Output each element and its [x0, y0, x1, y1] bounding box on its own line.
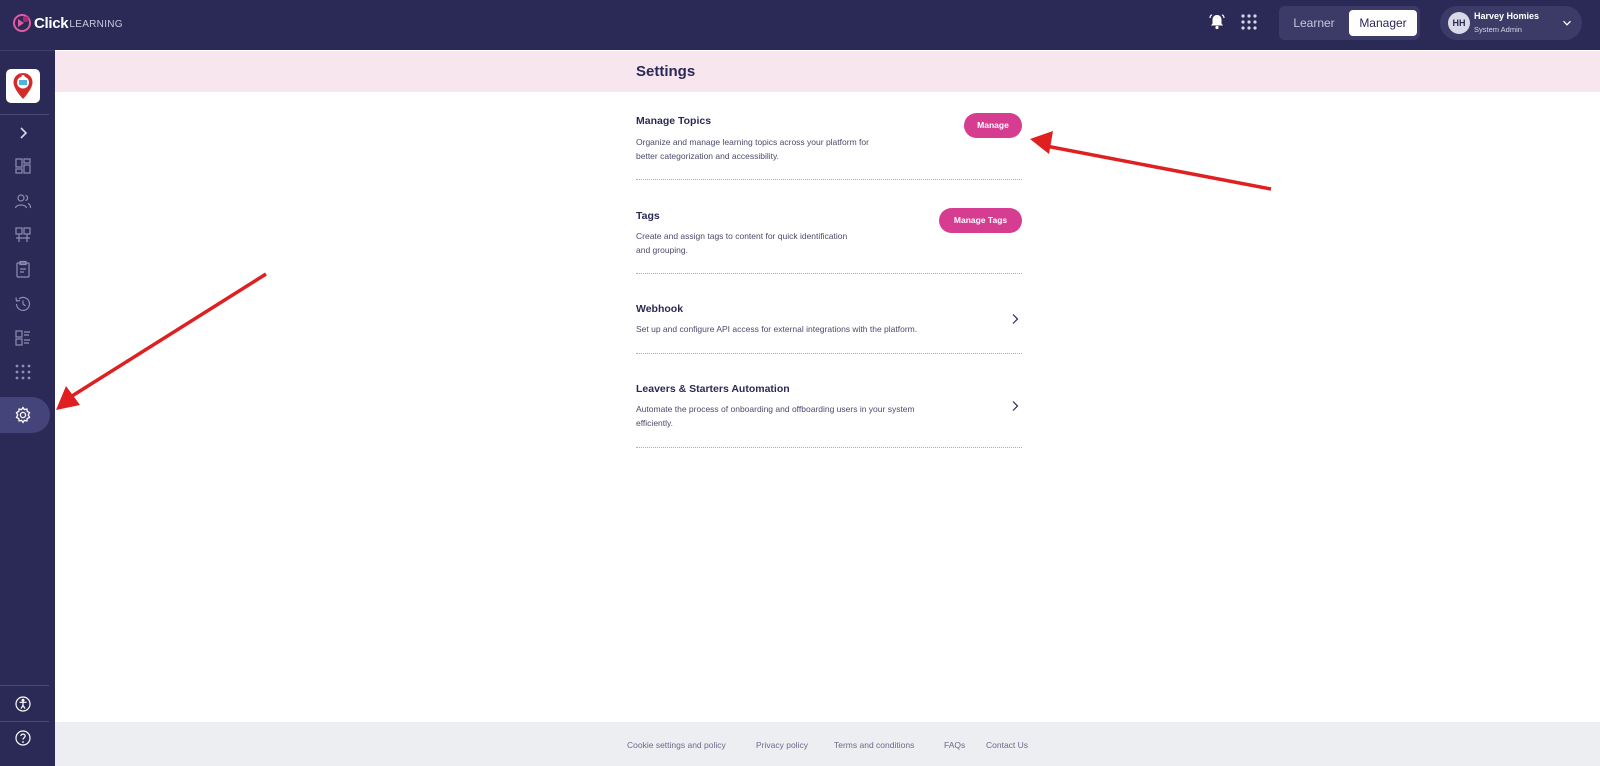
organization-logo[interactable]	[6, 69, 40, 103]
sidebar-divider	[0, 114, 49, 115]
app-logo[interactable]: Click LEARNING	[12, 12, 123, 34]
page-title-band	[55, 51, 1600, 92]
row-description: Set up and configure API access for exte…	[636, 322, 917, 336]
chevron-right-icon[interactable]	[1010, 313, 1020, 325]
user-role: System Admin	[1474, 25, 1522, 34]
user-name: Harvey Homies	[1474, 11, 1540, 21]
settings-row-manage-topics: Manage Topics Organize and manage learni…	[636, 112, 1022, 180]
row-title: Manage Topics	[636, 115, 712, 127]
footer-link-privacy-policy[interactable]: Privacy policy	[756, 740, 808, 750]
click-logo-icon	[13, 14, 31, 32]
annotation-arrow-manage	[1045, 144, 1272, 191]
row-title: Tags	[636, 210, 660, 222]
sidebar	[0, 50, 55, 766]
page-title: Settings	[636, 63, 696, 80]
courses-icon[interactable]	[13, 225, 33, 245]
footer-link-contact-us[interactable]: Contact Us	[986, 740, 1028, 750]
apps-grid-icon[interactable]	[13, 362, 33, 382]
logo-brand-text: Click	[34, 14, 69, 32]
user-menu[interactable]: HH Harvey Homies System Admin	[1440, 6, 1582, 40]
row-description-line: better categorization and accessibility.	[636, 151, 780, 161]
chevron-down-icon[interactable]	[1562, 18, 1572, 28]
manager-role-button[interactable]: Manager	[1349, 10, 1417, 36]
sidebar-divider	[0, 685, 49, 686]
dashboard-icon[interactable]	[13, 156, 33, 176]
avatar: HH	[1448, 12, 1470, 34]
settings-gear-icon[interactable]	[13, 405, 33, 425]
manage-tags-button[interactable]: Manage Tags	[939, 208, 1022, 233]
row-description: Organize and manage learning topics acro…	[636, 135, 869, 163]
history-icon[interactable]	[13, 294, 33, 314]
expand-chevron-icon[interactable]	[13, 123, 33, 143]
chevron-right-icon[interactable]	[1010, 400, 1020, 412]
row-description-line: efficiently.	[636, 418, 674, 428]
row-description-line: Set up and configure API access for exte…	[636, 324, 918, 334]
top-navigation-bar: Click LEARNING Learner Manager HH Harvey…	[0, 0, 1600, 50]
annotation-arrow-settings	[71, 272, 267, 398]
clipboard-icon[interactable]	[13, 259, 33, 279]
location-pin-logo-icon	[13, 73, 33, 99]
footer-link-terms[interactable]: Terms and conditions	[834, 740, 914, 750]
settings-row-tags: Tags Create and assign tags to content f…	[636, 206, 1022, 274]
row-description: Automate the process of onboarding and o…	[636, 402, 915, 430]
reports-icon[interactable]	[13, 328, 33, 348]
row-description-line: Create and assign tags to content for qu…	[636, 231, 848, 241]
sidebar-divider	[0, 721, 49, 722]
annotation-arrowhead-manage	[1030, 131, 1053, 154]
settings-row-webhook[interactable]: Webhook Set up and configure API access …	[636, 300, 1022, 354]
learner-role-button[interactable]: Learner	[1285, 10, 1343, 36]
footer-link-cookie-policy[interactable]: Cookie settings and policy	[627, 740, 726, 750]
help-icon[interactable]	[13, 728, 33, 748]
annotation-arrowhead-settings	[56, 386, 80, 410]
row-description-line: and grouping.	[636, 245, 688, 255]
footer	[55, 722, 1600, 766]
row-description-line: Automate the process of onboarding and o…	[636, 404, 915, 414]
footer-link-faqs[interactable]: FAQs	[944, 740, 965, 750]
logo-product-text: LEARNING	[69, 19, 123, 30]
users-icon[interactable]	[13, 191, 33, 211]
row-title: Webhook	[636, 303, 684, 315]
row-description-line: Organize and manage learning topics acro…	[636, 137, 869, 147]
manage-topics-button[interactable]: Manage	[964, 113, 1022, 138]
role-switch: Learner Manager	[1279, 6, 1420, 40]
apps-grid-icon[interactable]	[1240, 13, 1258, 31]
row-title: Leavers & Starters Automation	[636, 383, 790, 395]
bell-icon[interactable]	[1208, 13, 1226, 31]
accessibility-icon[interactable]	[13, 694, 33, 714]
row-description: Create and assign tags to content for qu…	[636, 229, 847, 257]
settings-row-leavers-starters[interactable]: Leavers & Starters Automation Automate t…	[636, 379, 1022, 448]
